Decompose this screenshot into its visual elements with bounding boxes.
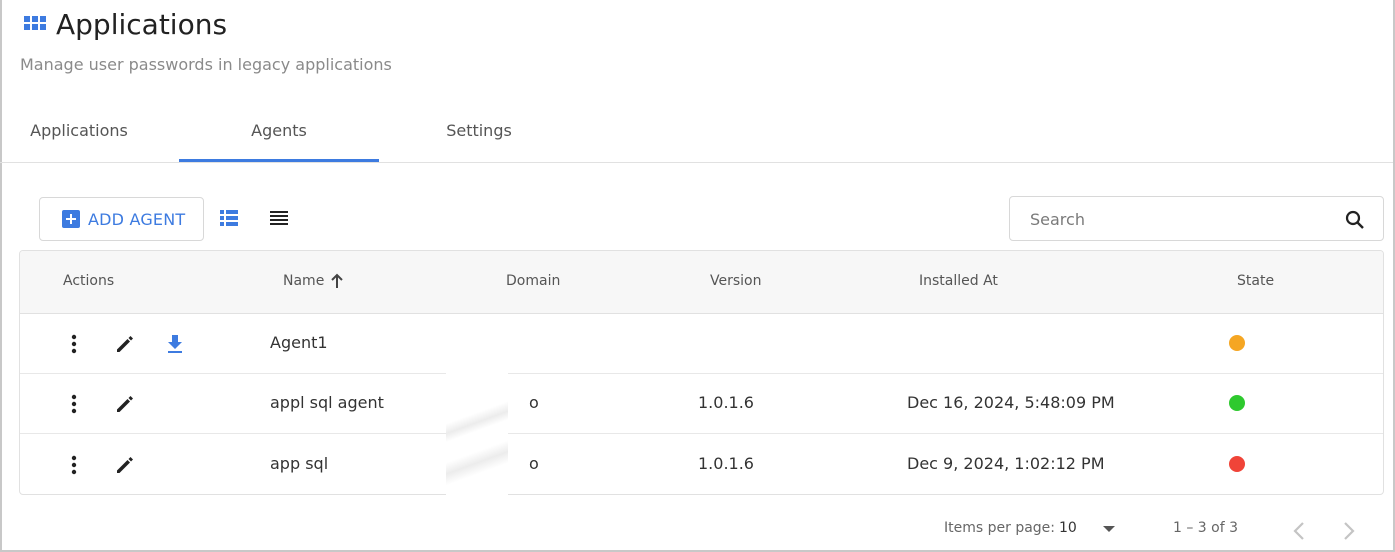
items-per-page-label: Items per page:	[944, 520, 1056, 536]
download-icon[interactable]	[166, 334, 184, 354]
tab-bar: Applications Agents Settings	[0, 100, 1393, 163]
page-subtitle: Manage user passwords in legacy applicat…	[20, 55, 392, 74]
agent-installed-at: Dec 16, 2024, 5:48:09 PM	[907, 393, 1115, 412]
page-size-value: 10	[1059, 520, 1077, 536]
add-agent-label: ADD AGENT	[88, 209, 186, 229]
agent-domain: o	[529, 454, 539, 473]
agent-domain: o	[529, 393, 539, 412]
agents-table: Actions Name Domain Version Installed At…	[19, 250, 1384, 495]
tab-agents[interactable]: Agents	[179, 100, 379, 162]
agent-name: appl sql agent	[270, 393, 384, 412]
grid-view-icon[interactable]	[219, 209, 241, 229]
agent-name: Agent1	[270, 333, 328, 352]
state-indicator	[1229, 335, 1245, 351]
search-icon[interactable]	[1345, 210, 1365, 230]
more-vert-icon[interactable]	[71, 334, 77, 354]
more-vert-icon[interactable]	[71, 455, 77, 475]
search-box	[1009, 196, 1384, 241]
agent-version: 1.0.1.6	[698, 454, 754, 473]
more-vert-icon[interactable]	[71, 394, 77, 414]
state-indicator	[1229, 395, 1245, 411]
column-header-state[interactable]: State	[1237, 273, 1274, 289]
table-header: Actions Name Domain Version Installed At…	[20, 251, 1383, 314]
table-row[interactable]: Agent1	[20, 314, 1383, 374]
column-header-installed-at[interactable]: Installed At	[919, 273, 998, 289]
previous-page-icon[interactable]	[1292, 521, 1306, 541]
page-range: 1 – 3 of 3	[1173, 520, 1239, 536]
agent-installed-at: Dec 9, 2024, 1:02:12 PM	[907, 454, 1105, 473]
table-row[interactable]: app sql o 1.0.1.6 Dec 9, 2024, 1:02:12 P…	[20, 434, 1383, 494]
column-header-domain[interactable]: Domain	[506, 273, 560, 289]
next-page-icon[interactable]	[1342, 521, 1356, 541]
table-row[interactable]: appl sql agent o 1.0.1.6 Dec 16, 2024, 5…	[20, 374, 1383, 434]
tab-settings[interactable]: Settings	[379, 100, 579, 162]
column-header-name[interactable]: Name	[283, 273, 324, 289]
edit-pencil-icon[interactable]	[115, 334, 135, 354]
column-header-actions: Actions	[63, 273, 115, 289]
agent-version: 1.0.1.6	[698, 393, 754, 412]
page-title: Applications	[56, 8, 228, 41]
redaction-blur	[446, 373, 508, 495]
add-box-icon	[62, 210, 80, 228]
add-agent-button[interactable]: ADD AGENT	[39, 197, 204, 241]
sort-ascending-icon[interactable]	[330, 273, 344, 289]
apps-grid-icon	[24, 16, 46, 32]
tab-applications[interactable]: Applications	[0, 100, 158, 162]
agent-name: app sql	[270, 454, 329, 473]
state-indicator	[1229, 456, 1245, 472]
edit-pencil-icon[interactable]	[115, 455, 135, 475]
chevron-down-icon[interactable]	[1103, 526, 1115, 532]
active-tab-indicator	[179, 159, 379, 162]
column-header-version[interactable]: Version	[710, 273, 761, 289]
search-input[interactable]	[1030, 207, 1330, 231]
edit-pencil-icon[interactable]	[115, 394, 135, 414]
list-view-icon[interactable]	[269, 209, 291, 229]
